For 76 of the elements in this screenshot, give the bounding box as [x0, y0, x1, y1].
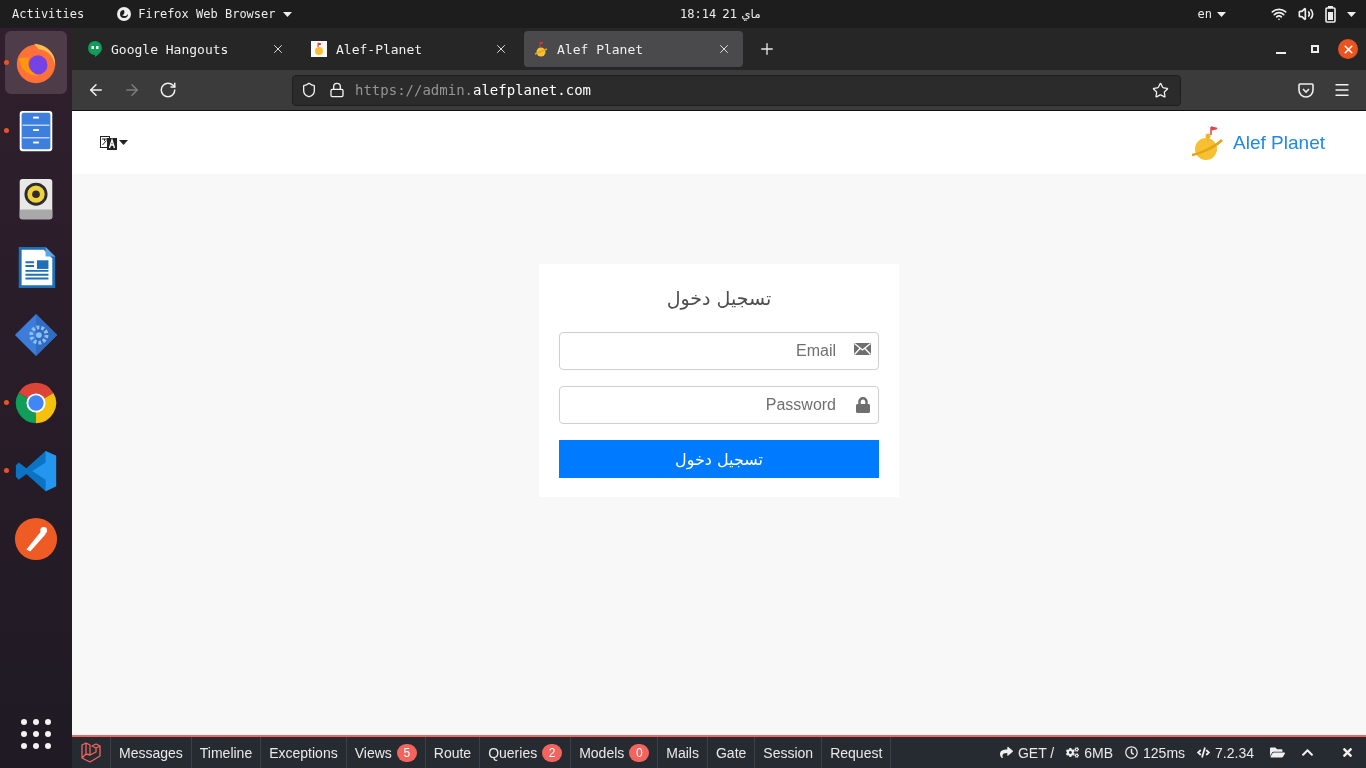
lock-icon[interactable] — [329, 82, 345, 98]
planet-tile-icon — [311, 41, 327, 57]
star-icon — [1151, 81, 1169, 99]
browser-tab[interactable]: Google Hangouts — [78, 31, 297, 67]
close-icon — [717, 42, 731, 56]
planet-icon — [534, 41, 548, 57]
code-icon — [1197, 746, 1211, 759]
caret-icon — [1347, 11, 1356, 17]
activities-button[interactable]: Activities — [12, 6, 85, 22]
url-text: https://admin.alefplanet.com — [355, 82, 593, 98]
forward-arrow-icon — [123, 81, 141, 99]
debugbar-tab[interactable]: Session — [755, 737, 823, 768]
browser-logo-icon — [117, 7, 132, 21]
plus-icon — [758, 40, 776, 58]
route-text: GET / — [1017, 744, 1055, 761]
login-button[interactable]: تسجيل دخول — [559, 440, 879, 478]
version-text: 7.2.34 — [1215, 744, 1254, 761]
close-icon — [271, 42, 285, 56]
app-grid-icon — [20, 718, 52, 750]
chevron-up-icon — [1300, 746, 1314, 759]
browser-tab[interactable]: Alef-Planet — [301, 31, 520, 67]
count-badge: 2 — [542, 743, 563, 762]
clock-icon — [1125, 746, 1139, 759]
tab-title: Alef Planet — [557, 41, 645, 57]
gear-diamond-icon — [13, 311, 59, 358]
close-icon — [1340, 746, 1354, 759]
debugbar-tab[interactable]: Mails — [658, 737, 708, 768]
debugbar-tab[interactable]: Gate — [708, 737, 756, 768]
debugbar-tab[interactable]: Request — [822, 737, 892, 768]
gears-icon — [1066, 746, 1080, 759]
volume-icon[interactable] — [1298, 6, 1314, 22]
caret-icon — [1217, 11, 1226, 17]
pocket-icon — [1298, 82, 1314, 98]
caret-icon — [119, 140, 128, 145]
menu-icon — [1333, 81, 1351, 99]
lock-icon — [855, 397, 871, 413]
translate-icon — [100, 133, 118, 152]
reload-icon — [159, 81, 177, 99]
share-arrow-icon — [999, 746, 1013, 759]
wifi-icon[interactable] — [1271, 6, 1287, 22]
app-grid-button[interactable] — [19, 717, 53, 751]
keyboard-layout-menu[interactable]: en — [1197, 6, 1226, 22]
cube-logo-icon[interactable] — [81, 742, 101, 763]
chat-bubble-icon — [88, 41, 102, 57]
debugbar-tab[interactable]: Timeline — [191, 737, 262, 768]
debugbar-tab[interactable]: Queries 2 — [480, 737, 572, 768]
folder-icon — [1269, 745, 1285, 760]
planet-logo-icon — [1190, 123, 1225, 162]
password-field[interactable]: Password — [559, 386, 879, 424]
debugbar-tab[interactable]: Exceptions — [261, 737, 347, 768]
maximize-icon — [1311, 45, 1319, 53]
caret-icon — [282, 11, 292, 17]
email-field[interactable]: Email — [559, 332, 879, 370]
tab-title: Alef-Planet — [336, 41, 424, 57]
close-icon — [1341, 42, 1355, 56]
debugbar-tab[interactable]: Views 5 — [346, 737, 426, 768]
app-menu[interactable]: Firefox Web Browser — [117, 6, 292, 22]
debugbar-tab[interactable]: Messages — [111, 737, 192, 768]
minimize-icon — [1276, 51, 1286, 54]
memory-text: 6MB — [1084, 744, 1114, 761]
count-badge: 5 — [396, 743, 417, 762]
close-icon — [494, 42, 508, 56]
browser-tab[interactable]: Alef Planet — [524, 31, 743, 67]
debugbar-tab[interactable]: Route — [425, 737, 481, 768]
address-field[interactable]: https://admin.alefplanet.com — [292, 74, 1181, 106]
login-title: تسجيل دخول — [665, 286, 773, 312]
battery-icon[interactable] — [1325, 5, 1336, 23]
window-close-button[interactable] — [1338, 39, 1358, 59]
debugbar-tab[interactable]: Models 0 — [571, 737, 659, 768]
shield-icon[interactable] — [301, 82, 317, 98]
count-badge: 0 — [629, 743, 650, 762]
envelope-icon — [854, 343, 871, 355]
pen-circle-icon — [13, 515, 59, 562]
duration-text: 125ms — [1143, 744, 1186, 761]
tab-title: Google Hangouts — [111, 41, 230, 57]
brand-link[interactable]: Alef Planet — [1190, 123, 1325, 162]
